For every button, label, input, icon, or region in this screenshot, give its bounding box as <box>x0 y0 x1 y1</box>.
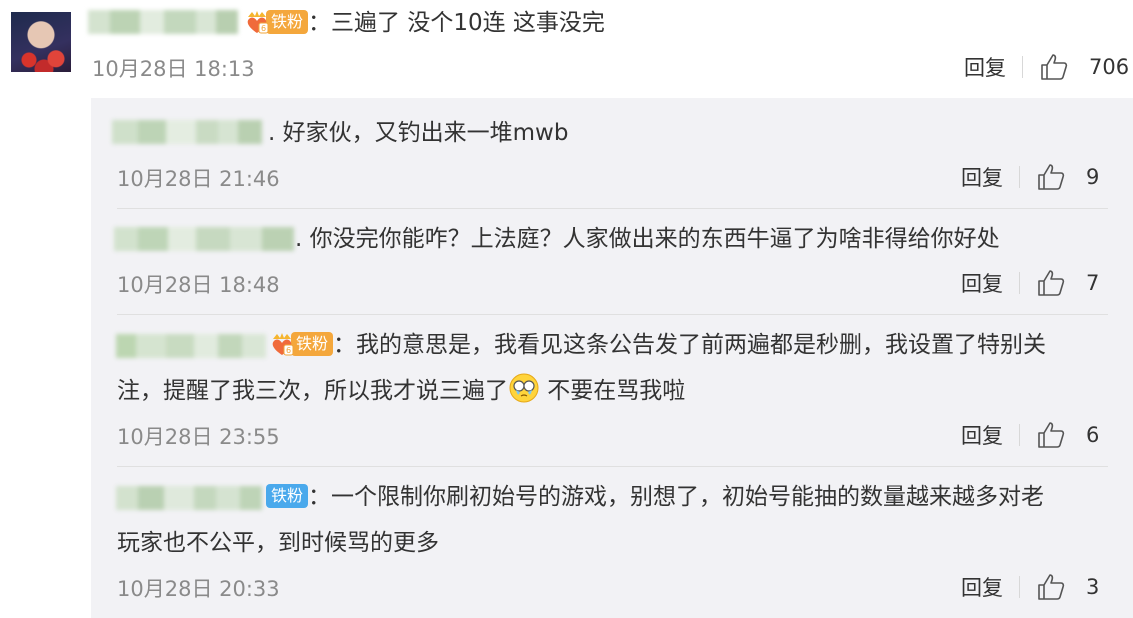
crying-emoji-icon <box>509 373 539 402</box>
avatar[interactable] <box>11 12 71 72</box>
reply-username-blurred[interactable] <box>114 227 294 251</box>
like-count: 3 <box>1086 575 1100 599</box>
action-divider <box>1022 56 1023 78</box>
reply-button[interactable]: 回复 <box>961 162 1019 192</box>
reply-text-line1: ：我的意思是，我看见这条公告发了前两遍都是秒删，我设置了特别关 <box>333 332 1047 358</box>
reply-date: 10月28日 23:55 <box>117 425 280 449</box>
reply-divider <box>117 208 1108 209</box>
reply-text-line2a: 注，提醒了我三次，所以我才说三遍了 <box>117 378 508 404</box>
reply-text: 铁粉 ：一个限制你刷初始号的游戏，别想了，初始号能抽的数量越来越多对老 <box>266 474 1044 520</box>
reply-text-line1: ：一个限制你刷初始号的游戏，别想了，初始号能抽的数量越来越多对老 <box>308 484 1045 510</box>
reply-divider <box>117 466 1108 467</box>
like-count: 6 <box>1086 423 1100 447</box>
reply-date: 10月28日 18:48 <box>117 273 280 297</box>
reply-actions: 回复 6 <box>961 420 1104 450</box>
thumbs-up-icon[interactable] <box>1036 162 1066 192</box>
like-count: 9 <box>1086 165 1100 189</box>
reply-button[interactable]: 回复 <box>964 52 1022 82</box>
reply-username-blurred[interactable] <box>116 334 266 358</box>
reply-divider <box>117 314 1108 315</box>
reply-text-line2b: 不要在骂我啦 <box>540 378 686 404</box>
thumbs-up-icon[interactable] <box>1036 420 1066 450</box>
fan-badge[interactable]: 铁粉 <box>266 483 309 508</box>
username-blurred[interactable] <box>88 10 238 34</box>
like-count: 7 <box>1086 271 1100 295</box>
reply-text-continued: 玩家也不公平，到时候骂的更多 <box>117 520 439 566</box>
comment-actions: 回复 706 <box>964 52 1129 82</box>
action-divider <box>1019 272 1020 294</box>
reply-button[interactable]: 回复 <box>961 268 1019 298</box>
reply-actions: 回复 7 <box>961 268 1104 298</box>
action-divider <box>1019 576 1020 598</box>
reply-date: 10月28日 20:33 <box>117 577 280 601</box>
fan-badge[interactable]: 6 铁粉 <box>269 331 334 357</box>
fan-badge[interactable]: 6 铁粉 <box>244 9 309 35</box>
reply-date: 10月28日 21:46 <box>117 167 280 191</box>
reply-text-line2: 玩家也不公平，到时候骂的更多 <box>117 530 439 556</box>
svg-text:6: 6 <box>261 24 266 33</box>
reply-text: . 你没完你能咋？上法庭？人家做出来的东西牛逼了为啥非得给你好处 <box>295 226 1000 252</box>
badge-label: 铁粉 <box>291 331 334 356</box>
reply-actions: 回复 3 <box>961 572 1104 602</box>
main-comment: 6 铁粉 ：三遍了 没个10连 这事没完 <box>244 0 605 46</box>
reply-username-blurred[interactable] <box>112 120 262 144</box>
thumbs-up-icon[interactable] <box>1039 52 1069 82</box>
comment-date: 10月28日 18:13 <box>92 57 255 81</box>
like-count: 706 <box>1089 55 1130 79</box>
thumbs-up-icon[interactable] <box>1036 268 1066 298</box>
reply-text: 6 铁粉 ：我的意思是，我看见这条公告发了前两遍都是秒删，我设置了特别关 <box>269 322 1046 368</box>
reply-text: . 好家伙，又钓出来一堆mwb <box>268 120 569 146</box>
action-divider <box>1019 166 1020 188</box>
comment-text: ：三遍了 没个10连 这事没完 <box>308 10 605 36</box>
reply-actions: 回复 9 <box>961 162 1104 192</box>
heart-crown-icon: 6 <box>247 10 269 33</box>
svg-text:6: 6 <box>286 346 291 355</box>
action-divider <box>1019 424 1020 446</box>
badge-label: 铁粉 <box>266 483 309 508</box>
thumbs-up-icon[interactable] <box>1036 572 1066 602</box>
reply-text-continued: 注，提醒了我三次，所以我才说三遍了 不要在骂我啦 <box>117 368 685 414</box>
reply-button[interactable]: 回复 <box>961 572 1019 602</box>
reply-button[interactable]: 回复 <box>961 420 1019 450</box>
heart-crown-icon: 6 <box>272 332 294 355</box>
badge-label: 铁粉 <box>266 9 309 34</box>
reply-username-blurred[interactable] <box>116 486 262 510</box>
